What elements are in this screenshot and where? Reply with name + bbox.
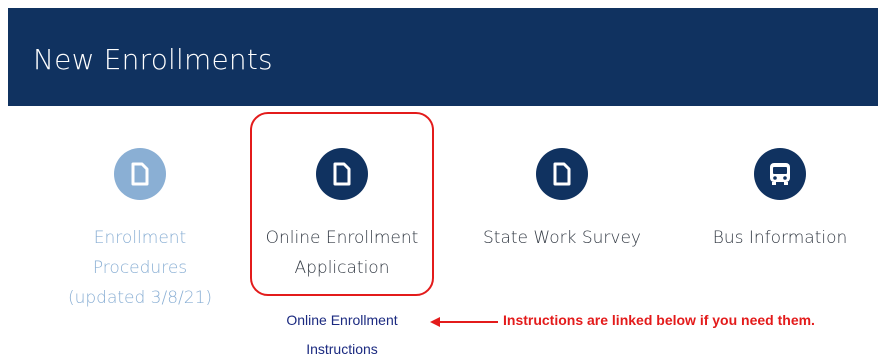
document-icon xyxy=(536,148,588,200)
annotation-note: Instructions are linked below if you nee… xyxy=(503,312,815,328)
tile-label: Bus Information xyxy=(712,228,848,248)
tile-label: State Work Survey xyxy=(483,228,641,248)
tile-state-work-survey[interactable]: State Work Survey xyxy=(462,148,662,253)
tile-label: Online Enrollment Application xyxy=(265,228,419,278)
left-arrow-icon xyxy=(430,317,498,327)
online-enrollment-instructions-link[interactable]: Online Enrollment Instructions xyxy=(262,306,422,355)
tile-label: Enrollment Procedures (updated 3/8/21) xyxy=(67,228,213,308)
tile-bus-information[interactable]: Bus Information xyxy=(680,148,878,253)
page-title: New Enrollments xyxy=(33,43,273,76)
document-icon xyxy=(316,148,368,200)
tile-enrollment-procedures[interactable]: Enrollment Procedures (updated 3/8/21) xyxy=(40,148,240,313)
tile-online-enrollment-application[interactable]: Online Enrollment Application xyxy=(242,148,442,283)
page: New Enrollments Enrollment Procedures (u… xyxy=(0,0,878,355)
header-banner: New Enrollments xyxy=(8,8,878,106)
document-icon xyxy=(114,148,166,200)
bus-icon xyxy=(754,148,806,200)
